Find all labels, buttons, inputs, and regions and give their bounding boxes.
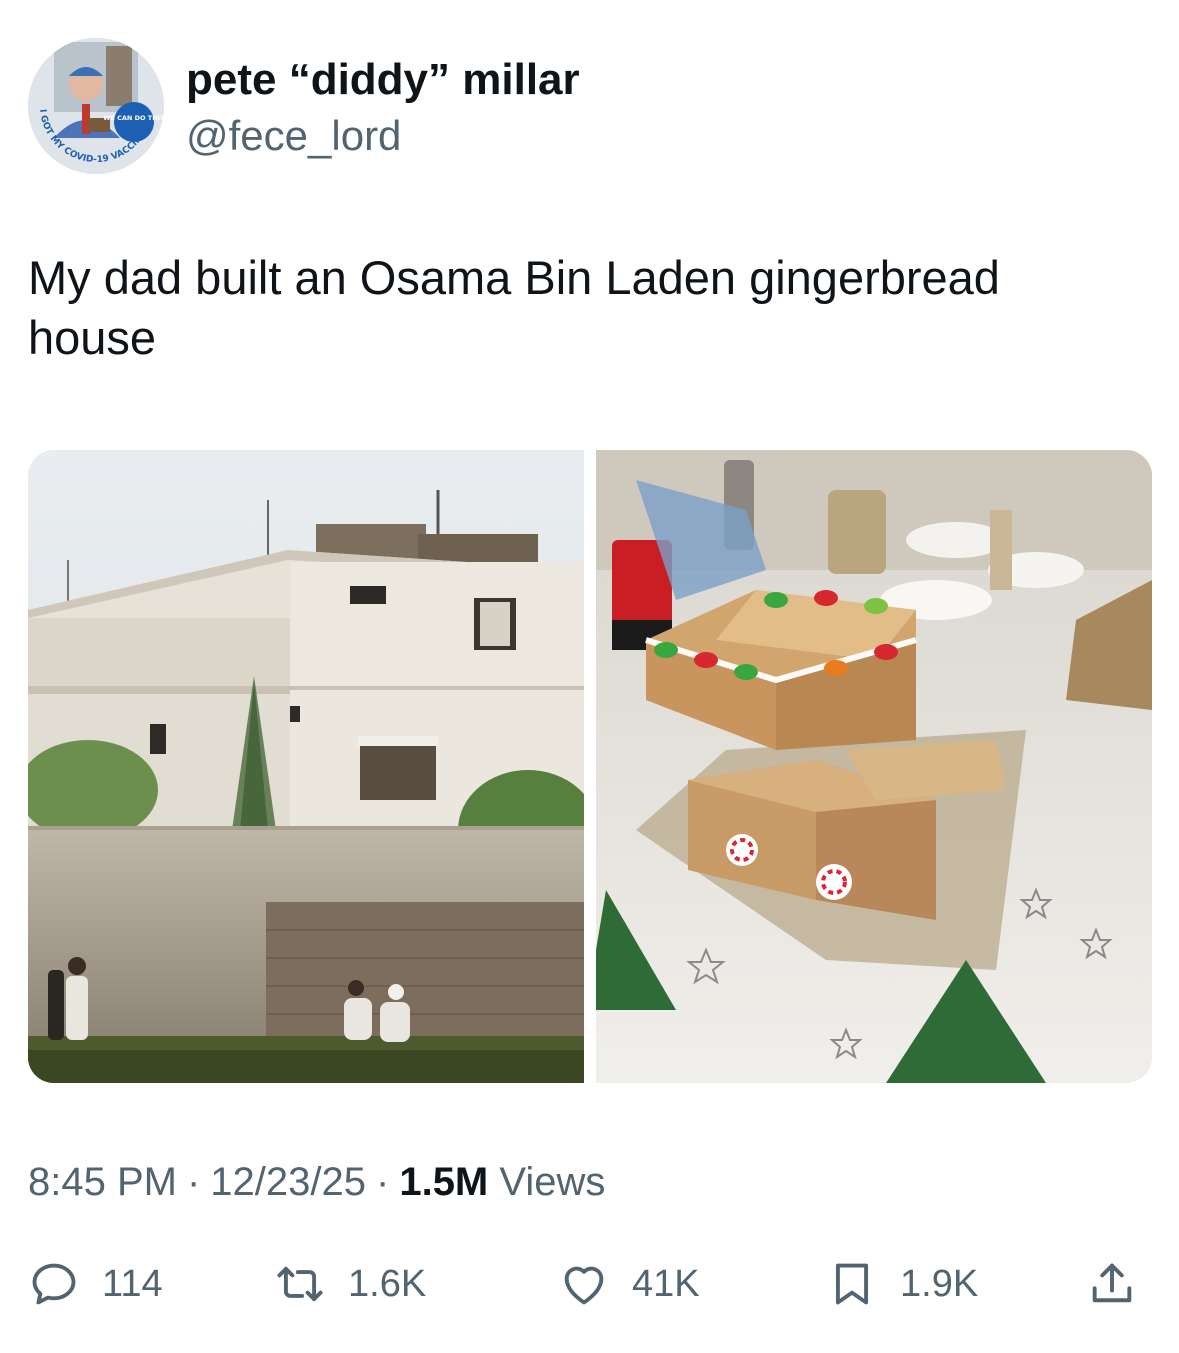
bookmark-button[interactable]: 1.9K [826,1252,978,1316]
bookmark-icon [835,1263,869,1305]
heart-icon [564,1266,604,1305]
tweet-meta: 8:45 PM · 12/23/25 · 1.5M Views [28,1158,605,1206]
bookmark-count: 1.9K [900,1262,979,1305]
avatar-sticker-text: WE CAN DO THIS [103,114,164,122]
gingerbread-image [596,450,1152,1083]
avatar[interactable]: I GOT MY COVID-19 VACCINE WE CAN DO THIS [28,38,164,174]
share-upload-icon [1092,1263,1132,1303]
action-bar: 114 1.6K 41K 1.9K [28,1252,1152,1316]
views-count: 1.5M [399,1160,489,1204]
reply-button[interactable]: 114 [28,1252,163,1316]
views-label: Views [499,1160,606,1204]
tweet-date[interactable]: 12/23/25 [210,1160,366,1204]
repost-arrows-icon [277,1266,323,1302]
tweet-header: I GOT MY COVID-19 VACCINE WE CAN DO THIS… [28,38,1148,178]
reply-count: 114 [102,1262,163,1305]
like-button[interactable]: 41K [558,1252,700,1316]
user-handle[interactable]: @fece_lord [186,110,580,162]
meta-separator: · [376,1160,390,1204]
meta-separator: · [186,1160,201,1204]
tweet-time[interactable]: 8:45 PM [28,1160,177,1204]
repost-button[interactable]: 1.6K [274,1252,426,1316]
repost-count: 1.6K [348,1262,427,1305]
display-name[interactable]: pete “diddy” millar [186,56,580,104]
share-button[interactable] [1086,1252,1138,1316]
media-grid [28,450,1152,1083]
avatar-image: I GOT MY COVID-19 VACCINE WE CAN DO THIS [28,38,164,174]
author-names: pete “diddy” millar @fece_lord [186,56,580,162]
tweet-text: My dad built an Osama Bin Laden gingerbr… [28,251,1000,364]
compound-image [28,450,584,1083]
speech-bubble-icon [32,1263,76,1305]
gingerbread-house-photo[interactable] [596,450,1152,1083]
like-count: 41K [632,1262,700,1305]
compound-photo[interactable] [28,450,584,1083]
